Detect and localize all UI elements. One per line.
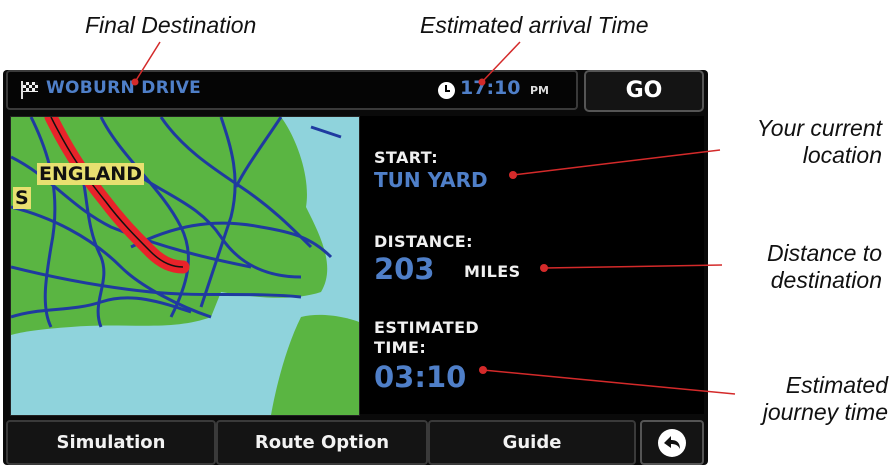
callout-pointer-lines [131,41,736,395]
pointer-dot-distance [540,264,548,272]
pointer-dot-start [509,171,517,179]
pointer-dot-journey [479,366,487,374]
pointer-dot-arrival [478,78,486,86]
pointer-dot-destination [131,78,139,86]
